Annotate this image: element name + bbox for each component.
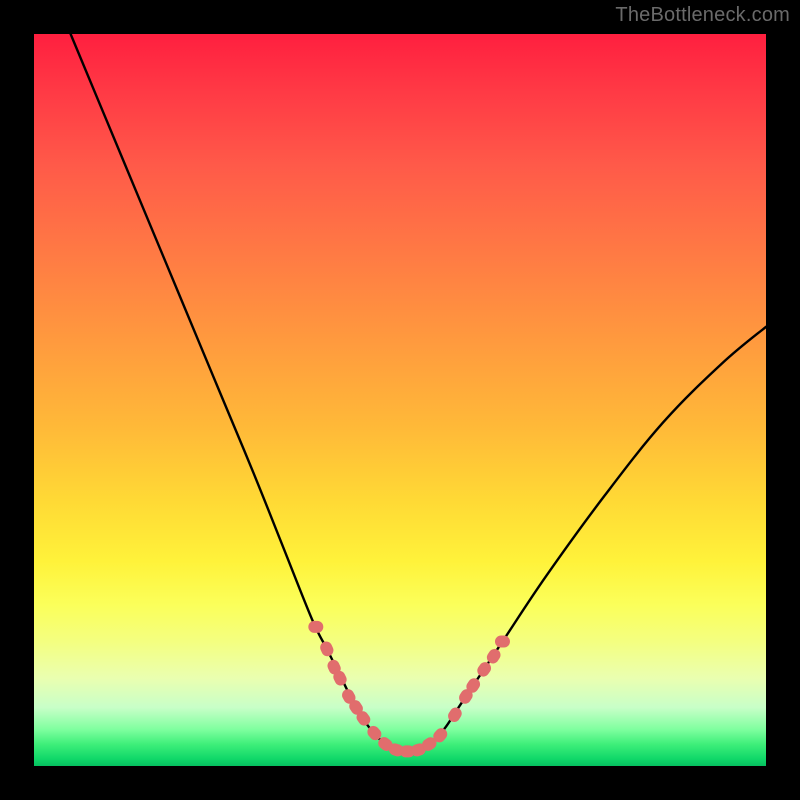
highlight-dot	[476, 660, 493, 678]
highlight-dot	[319, 640, 335, 657]
bottleneck-curve	[71, 34, 766, 752]
highlight-dots-group	[309, 621, 510, 757]
chart-svg	[34, 34, 766, 766]
chart-frame: TheBottleneck.com	[0, 0, 800, 800]
highlight-dot	[309, 621, 323, 632]
plot-area	[34, 34, 766, 766]
watermark-text: TheBottleneck.com	[615, 4, 790, 27]
highlight-dot	[495, 636, 509, 647]
